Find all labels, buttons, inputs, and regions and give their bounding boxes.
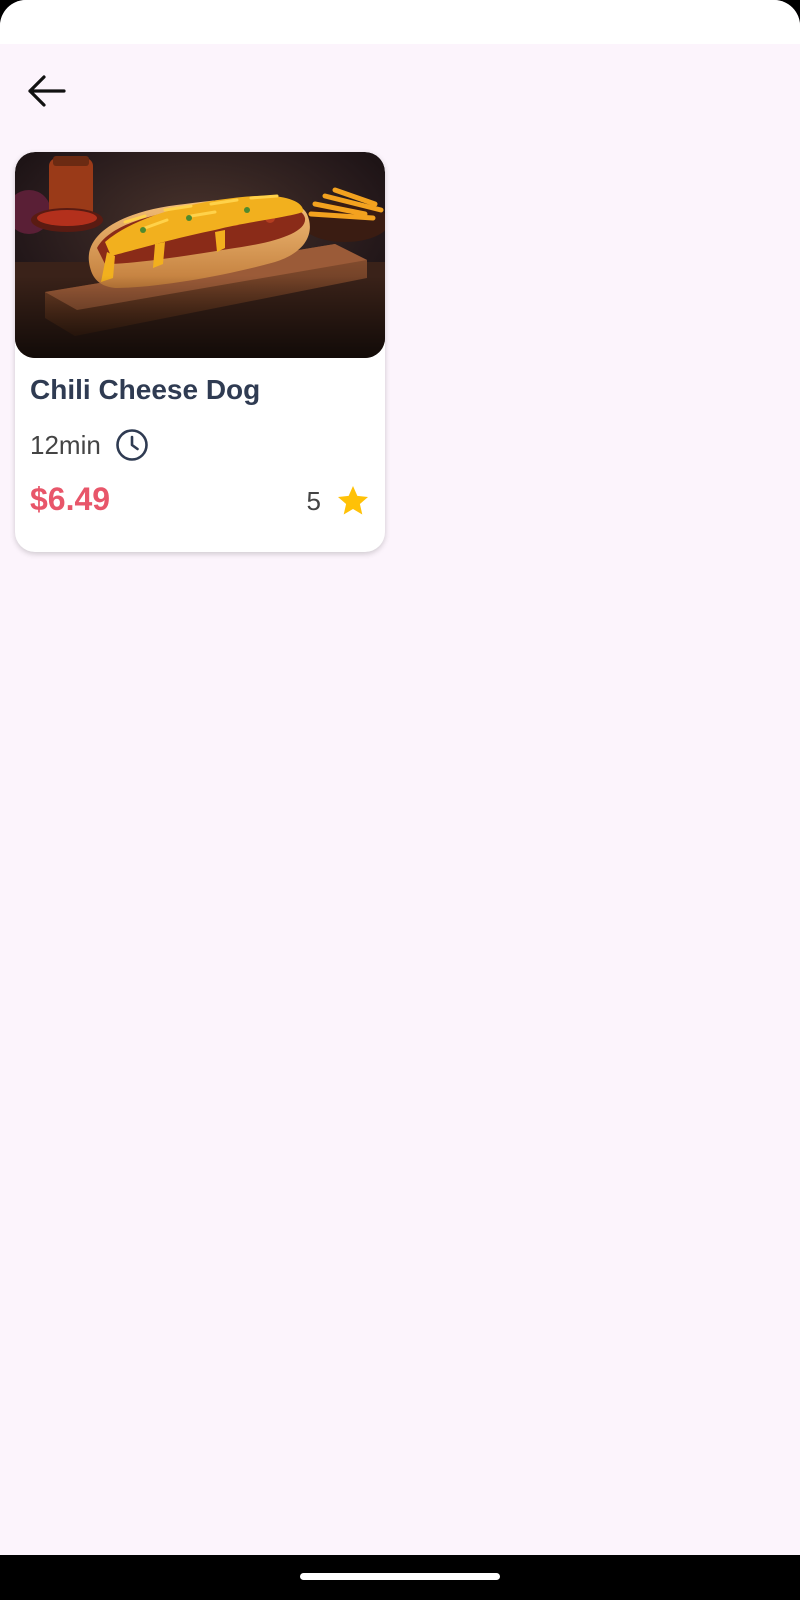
arrow-left-icon: [28, 75, 66, 107]
prep-time: 12min: [30, 427, 149, 463]
clock-icon: [116, 429, 148, 461]
rating-value: 5: [306, 485, 321, 516]
home-indicator[interactable]: [300, 1573, 500, 1580]
status-bar: [0, 0, 800, 44]
food-image: [15, 152, 385, 358]
food-item-card[interactable]: Chili Cheese Dog 12min $6.49 5: [15, 152, 385, 552]
app-screen: Chili Cheese Dog 12min $6.49 5: [0, 0, 800, 1555]
star-icon: [338, 486, 368, 515]
price-label: $6.49: [30, 481, 111, 517]
food-title: Chili Cheese Dog: [30, 374, 261, 405]
back-button[interactable]: [18, 66, 74, 116]
prep-time-text: 12min: [30, 429, 101, 460]
rating: 5: [307, 481, 371, 521]
